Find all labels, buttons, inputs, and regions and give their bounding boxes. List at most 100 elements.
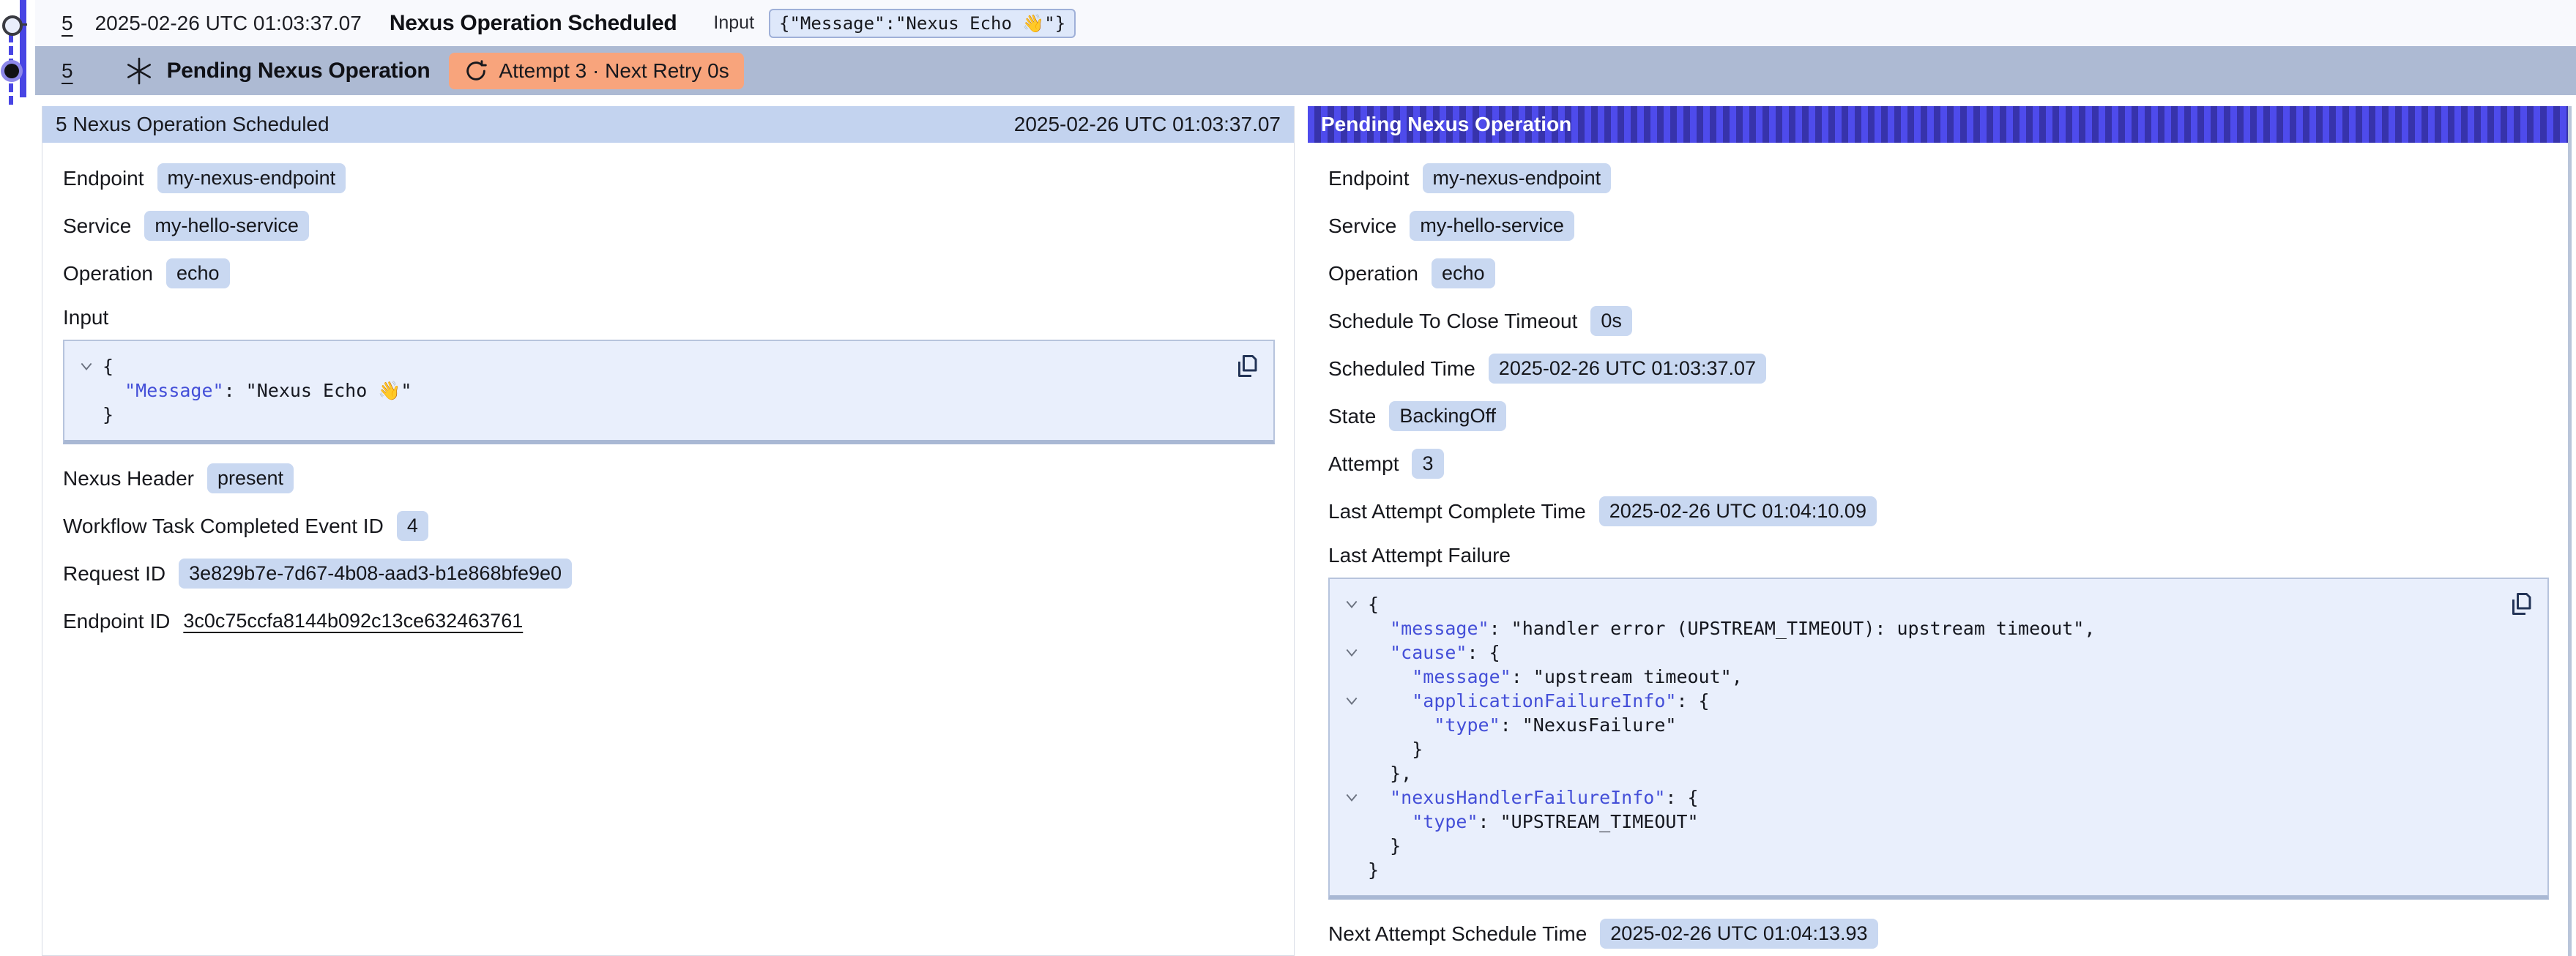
field-label: Operation <box>63 262 153 285</box>
copy-icon <box>1234 353 1260 379</box>
field-value-badge: present <box>207 463 294 493</box>
panel-body: Endpointmy-nexus-endpointServicemy-hello… <box>1308 143 2568 949</box>
detail-field-row: Endpointmy-nexus-endpoint <box>63 163 1275 193</box>
detail-field-row: Service my-hello-service <box>63 211 1275 241</box>
json-line-content: } <box>1368 858 1379 882</box>
retry-circular-arrow-icon <box>464 59 488 83</box>
failure-json-block: { "message": "handler error (UPSTREAM_TI… <box>1328 578 2549 900</box>
field-label: Scheduled Time <box>1328 357 1475 381</box>
field-label: Endpoint ID <box>63 610 170 633</box>
field-value-badge: my-hello-service <box>144 211 309 241</box>
gutter-spacer <box>70 403 103 427</box>
field-value-badge: my-hello-service <box>1410 211 1574 241</box>
event-open-dot-icon <box>2 15 23 36</box>
json-line-content: } <box>1368 737 1423 761</box>
detail-field-row: Schedule To Close Timeout 0s <box>1328 306 2549 336</box>
gutter-spacer <box>1336 737 1368 761</box>
detail-field-row: Attempt3 <box>1328 449 2549 479</box>
gutter-spacer <box>1336 834 1368 858</box>
history-row-scheduled[interactable]: 5 2025-02-26 UTC 01:03:37.07 Nexus Opera… <box>35 0 2576 46</box>
detail-field-row: Nexus Headerpresent <box>63 463 1275 493</box>
input-preview-badge: {"Message":"Nexus Echo 👋"} <box>769 9 1076 38</box>
json-line: "message": "upstream timeout", <box>1336 665 2496 689</box>
json-line: "cause": { <box>1336 641 2496 665</box>
pending-event-title: Pending Nexus Operation <box>167 59 431 83</box>
field-value-badge: BackingOff <box>1389 401 1506 431</box>
field-label: Schedule To Close Timeout <box>1328 310 1577 333</box>
field-value-badge: 0s <box>1590 306 1632 336</box>
json-line-content: } <box>103 403 113 427</box>
field-label: Endpoint <box>1328 167 1410 190</box>
json-line-content: { <box>1368 592 1379 616</box>
json-line: "message": "handler error (UPSTREAM_TIME… <box>1336 616 2496 641</box>
json-line-content: { <box>103 354 113 378</box>
gutter-spacer <box>1336 858 1368 882</box>
json-line-content: "cause": { <box>1368 641 1500 665</box>
chevron-down-icon[interactable] <box>1336 785 1368 810</box>
event-timestamp: 2025-02-26 UTC 01:03:37.07 <box>95 12 362 35</box>
json-line-content: "type": "NexusFailure" <box>1368 713 1676 737</box>
field-label: Last Attempt Complete Time <box>1328 500 1586 523</box>
json-line: { <box>1336 592 2496 616</box>
retry-badge-label: Attempt 3 · Next Retry 0s <box>499 59 729 83</box>
field-label: Next Attempt Schedule Time <box>1328 922 1587 946</box>
detail-field-row: Servicemy-hello-service <box>1328 211 2549 241</box>
json-line-content: "Message": "Nexus Echo 👋" <box>103 378 412 403</box>
field-value-badge: 2025-02-26 UTC 01:04:10.09 <box>1599 496 1877 526</box>
detail-field-row: Endpoint ID 3c0c75ccfa8144b092c13ce632463… <box>63 606 1275 636</box>
json-line: "type": "UPSTREAM_TIMEOUT" <box>1336 810 2496 834</box>
chevron-down-icon[interactable] <box>1336 592 1368 616</box>
json-line-content: "message": "upstream timeout", <box>1368 665 1743 689</box>
json-line: "type": "NexusFailure" <box>1336 713 2496 737</box>
field-value-badge: 4 <box>397 511 428 541</box>
detail-field-row: Workflow Task Completed Event ID 4 <box>63 511 1275 541</box>
json-line: } <box>1336 858 2496 882</box>
field-label: Workflow Task Completed Event ID <box>63 515 384 538</box>
retry-badge: Attempt 3 · Next Retry 0s <box>449 53 743 89</box>
detail-field-row: Request ID3e829b7e-7d67-4b08-aad3-b1e868… <box>63 559 1275 589</box>
json-line: "applicationFailureInfo": { <box>1336 689 2496 713</box>
event-history-screen: 5 2025-02-26 UTC 01:03:37.07 Nexus Opera… <box>0 0 2576 956</box>
chevron-down-icon[interactable] <box>70 354 103 378</box>
asterisk-spinner-icon <box>124 56 154 86</box>
failure-section-label: Last Attempt Failure <box>1328 544 2549 567</box>
gutter-spacer <box>1336 761 1368 785</box>
field-label: Request ID <box>63 562 165 586</box>
detail-field-row: Next Attempt Schedule Time 2025-02-26 UTC… <box>1328 919 2549 949</box>
panel-body: Endpointmy-nexus-endpoint Service my-hello… <box>42 143 1294 636</box>
json-lines: { "message": "handler error (UPSTREAM_TI… <box>1336 592 2496 882</box>
panel-pending-nexus-operation: Pending Nexus Operation Endpointmy-nexus… <box>1308 106 2572 956</box>
event-detail-panels: 5 Nexus Operation Scheduled 2025-02-26 U… <box>42 106 2572 956</box>
panel-title: Pending Nexus Operation <box>1321 113 1571 136</box>
field-value-badge: 2025-02-26 UTC 01:04:13.93 <box>1600 919 1877 949</box>
field-label: Endpoint <box>63 167 144 190</box>
input-label: Input <box>713 12 754 34</box>
panel-nexus-operation-scheduled: 5 Nexus Operation Scheduled 2025-02-26 U… <box>42 106 1295 956</box>
input-section-label: Input <box>63 306 1275 329</box>
detail-field-row: Scheduled Time2025-02-26 UTC 01:03:37.07 <box>1328 354 2549 384</box>
json-line-content: "nexusHandlerFailureInfo": { <box>1368 785 1699 810</box>
copy-button[interactable] <box>1232 351 1262 381</box>
gutter-spacer <box>1336 810 1368 834</box>
copy-button[interactable] <box>2506 589 2536 619</box>
field-value-badge: echo <box>166 258 230 288</box>
json-lines: { "Message": "Nexus Echo 👋"} <box>70 354 1222 427</box>
json-line-content: "message": "handler error (UPSTREAM_TIME… <box>1368 616 2095 641</box>
event-id-link[interactable]: 5 <box>62 12 73 35</box>
event-dot-tick <box>21 23 27 26</box>
history-row-pending[interactable]: 5 Pending Nexus Operation Attempt 3 · Ne… <box>35 46 2576 95</box>
json-line-content: }, <box>1368 761 1412 785</box>
gutter-spacer <box>1336 665 1368 689</box>
json-line: "nexusHandlerFailureInfo": { <box>1336 785 2496 810</box>
field-label: Service <box>63 214 131 238</box>
field-value-badge: 3 <box>1412 449 1443 479</box>
event-id-link[interactable]: 5 <box>62 59 73 83</box>
field-value-link[interactable]: 3c0c75ccfa8144b092c13ce632463761 <box>183 610 523 632</box>
chevron-down-icon[interactable] <box>1336 689 1368 713</box>
fields-bottom: Next Attempt Schedule Time 2025-02-26 UTC… <box>1328 919 2549 949</box>
json-line: } <box>70 403 1222 427</box>
input-json-block: { "Message": "Nexus Echo 👋"} <box>63 340 1275 444</box>
event-title: Nexus Operation Scheduled <box>390 11 677 36</box>
json-line-content: } <box>1368 834 1401 858</box>
chevron-down-icon[interactable] <box>1336 641 1368 665</box>
